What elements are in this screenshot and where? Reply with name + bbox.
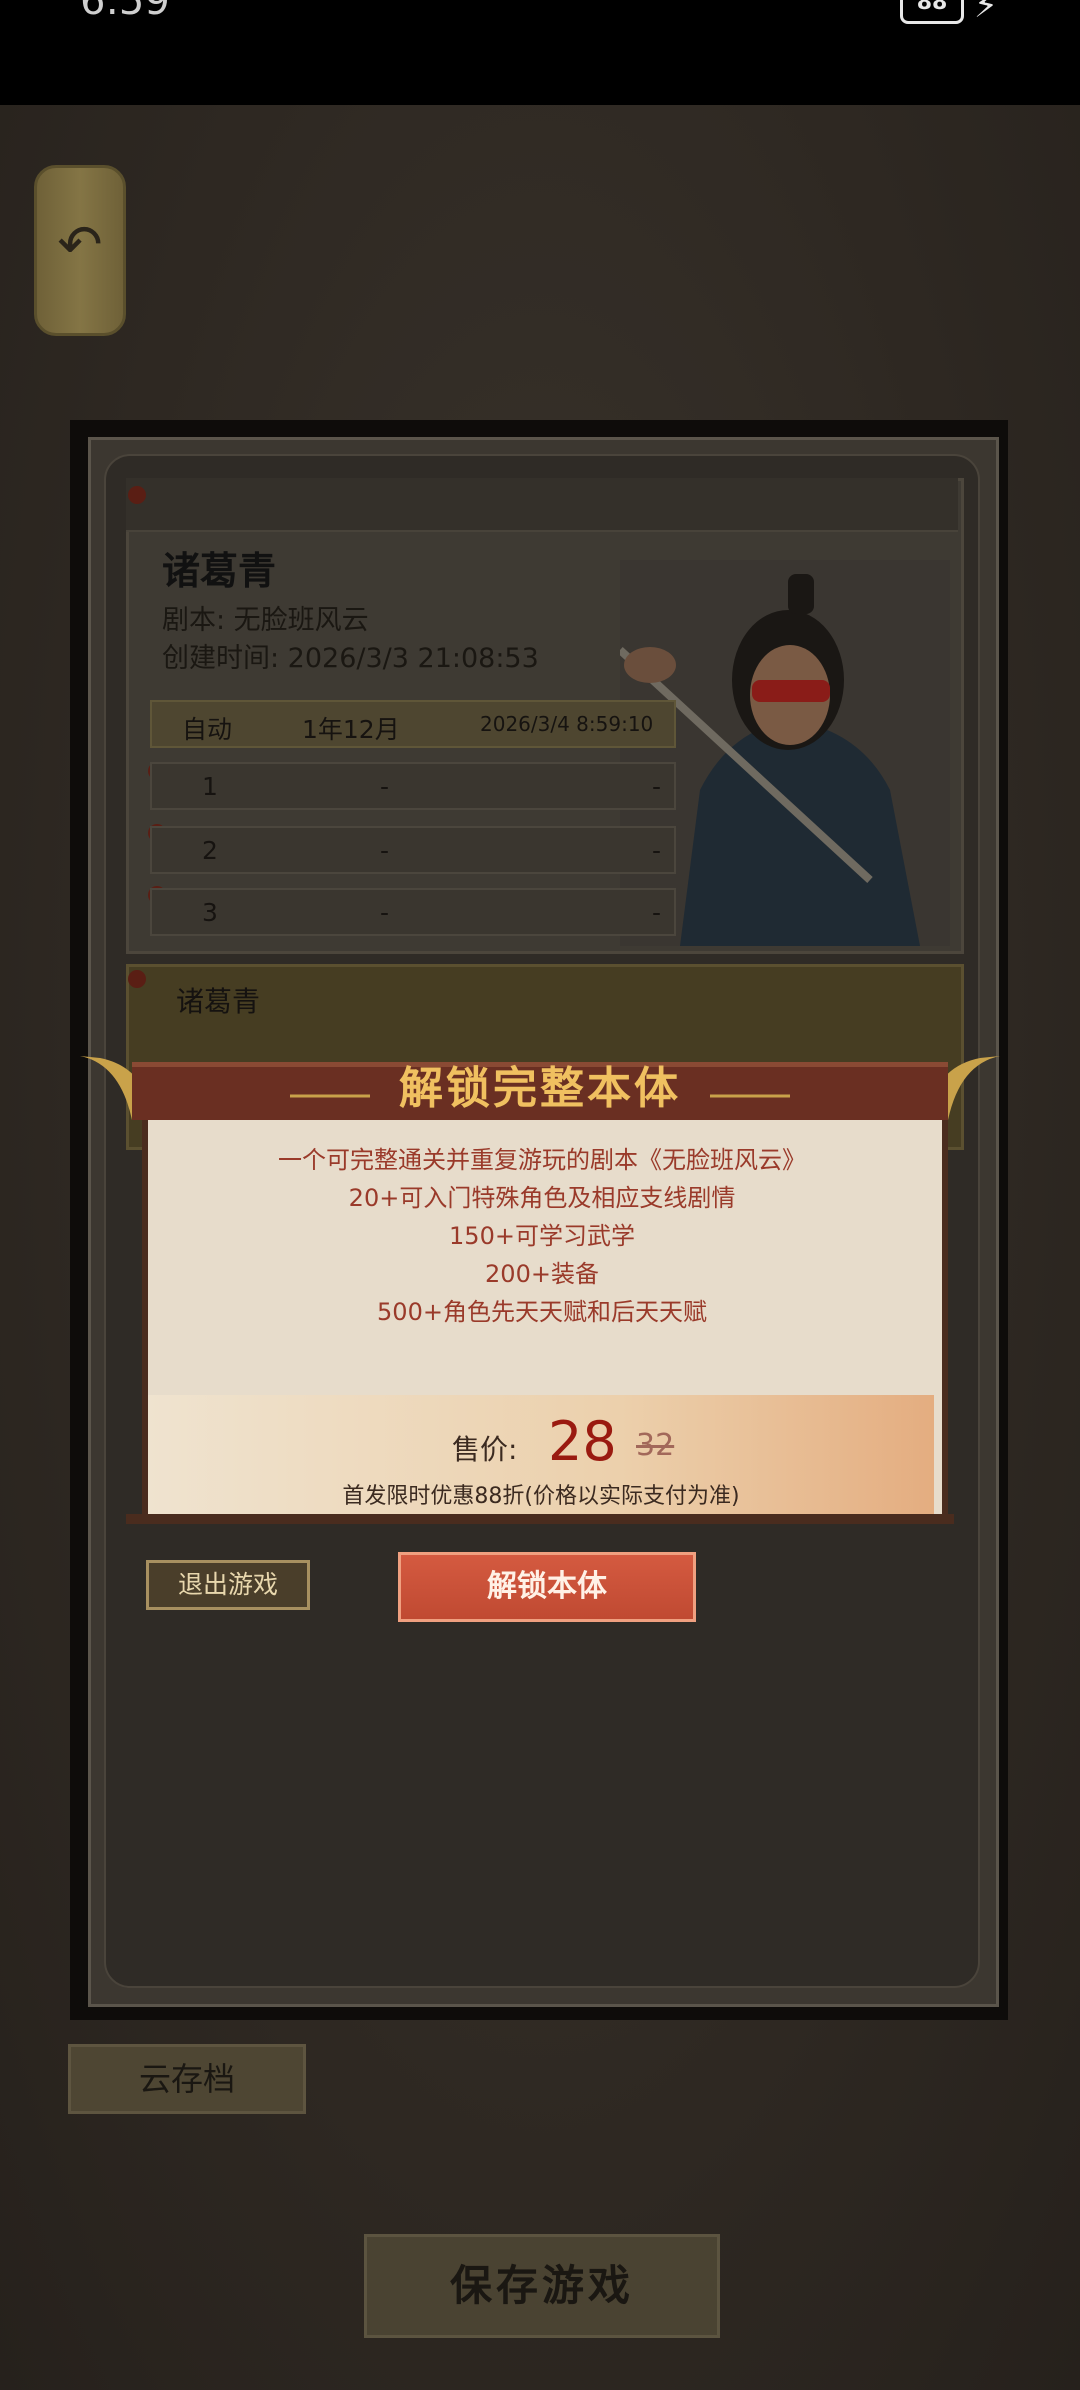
save-card-header: [126, 478, 958, 532]
created-time: 创建时间: 2026/3/3 21:08:53: [162, 643, 539, 674]
slot-time: -: [652, 836, 662, 865]
quit-game-button[interactable]: 退出游戏: [146, 1560, 310, 1610]
back-button[interactable]: ↶: [34, 165, 126, 336]
discount-note: 首发限时优惠88折(价格以实际支付为准): [342, 1484, 740, 1509]
slot-label: 3: [202, 898, 218, 927]
modal-title: 解锁完整本体: [399, 1063, 681, 1114]
price-label: 售价:: [452, 1433, 518, 1466]
status-time: 6:59: [80, 0, 170, 24]
slot-duration: -: [380, 898, 390, 927]
feature-line: 一个可完整通关并重复游玩的剧本《无脸班风云》: [278, 1146, 806, 1174]
original-price: 32: [636, 1428, 675, 1463]
save-slot-3[interactable]: 3 - -: [150, 888, 676, 936]
detail-character-name: 诸葛青: [176, 985, 261, 1018]
character-name: 诸葛青: [162, 549, 277, 593]
save-game-button[interactable]: 保存游戏: [364, 2234, 720, 2338]
undo-arrow-icon: ↶: [57, 213, 103, 276]
save-slot-2[interactable]: 2 - -: [150, 826, 676, 874]
save-slot-1[interactable]: 1 - -: [150, 762, 676, 810]
slot-duration: -: [380, 772, 390, 801]
price-value: 28: [548, 1410, 617, 1473]
feature-line: 150+可学习武学: [449, 1222, 635, 1250]
modal-base: [126, 1514, 954, 1524]
slot-duration: 1年12月: [302, 715, 400, 744]
feature-line: 500+角色先天天赋和后天天赋: [377, 1298, 707, 1326]
pin-icon: [128, 970, 146, 988]
cloud-save-button[interactable]: 云存档: [68, 2044, 306, 2114]
slot-time: -: [652, 772, 662, 801]
slot-time: 2026/3/4 8:59:10: [480, 712, 654, 736]
pin-icon: [128, 486, 146, 504]
feature-line: 20+可入门特殊角色及相应支线剧情: [348, 1184, 736, 1212]
slot-time: -: [652, 898, 662, 927]
slot-duration: -: [380, 836, 390, 865]
slot-label: 1: [202, 772, 218, 801]
status-bar: 6:59 88 ⚡: [0, 0, 1080, 105]
script-name: 剧本: 无脸班风云: [162, 605, 369, 636]
slot-label: 自动: [182, 715, 233, 744]
feature-line: 200+装备: [485, 1260, 599, 1288]
battery-icon: 88: [900, 0, 964, 24]
charging-icon: ⚡: [974, 0, 998, 26]
unlock-full-game-button[interactable]: 解锁本体: [398, 1552, 696, 1622]
save-slot-auto[interactable]: 自动 1年12月 2026/3/4 8:59:10: [150, 700, 676, 748]
slot-label: 2: [202, 836, 218, 865]
